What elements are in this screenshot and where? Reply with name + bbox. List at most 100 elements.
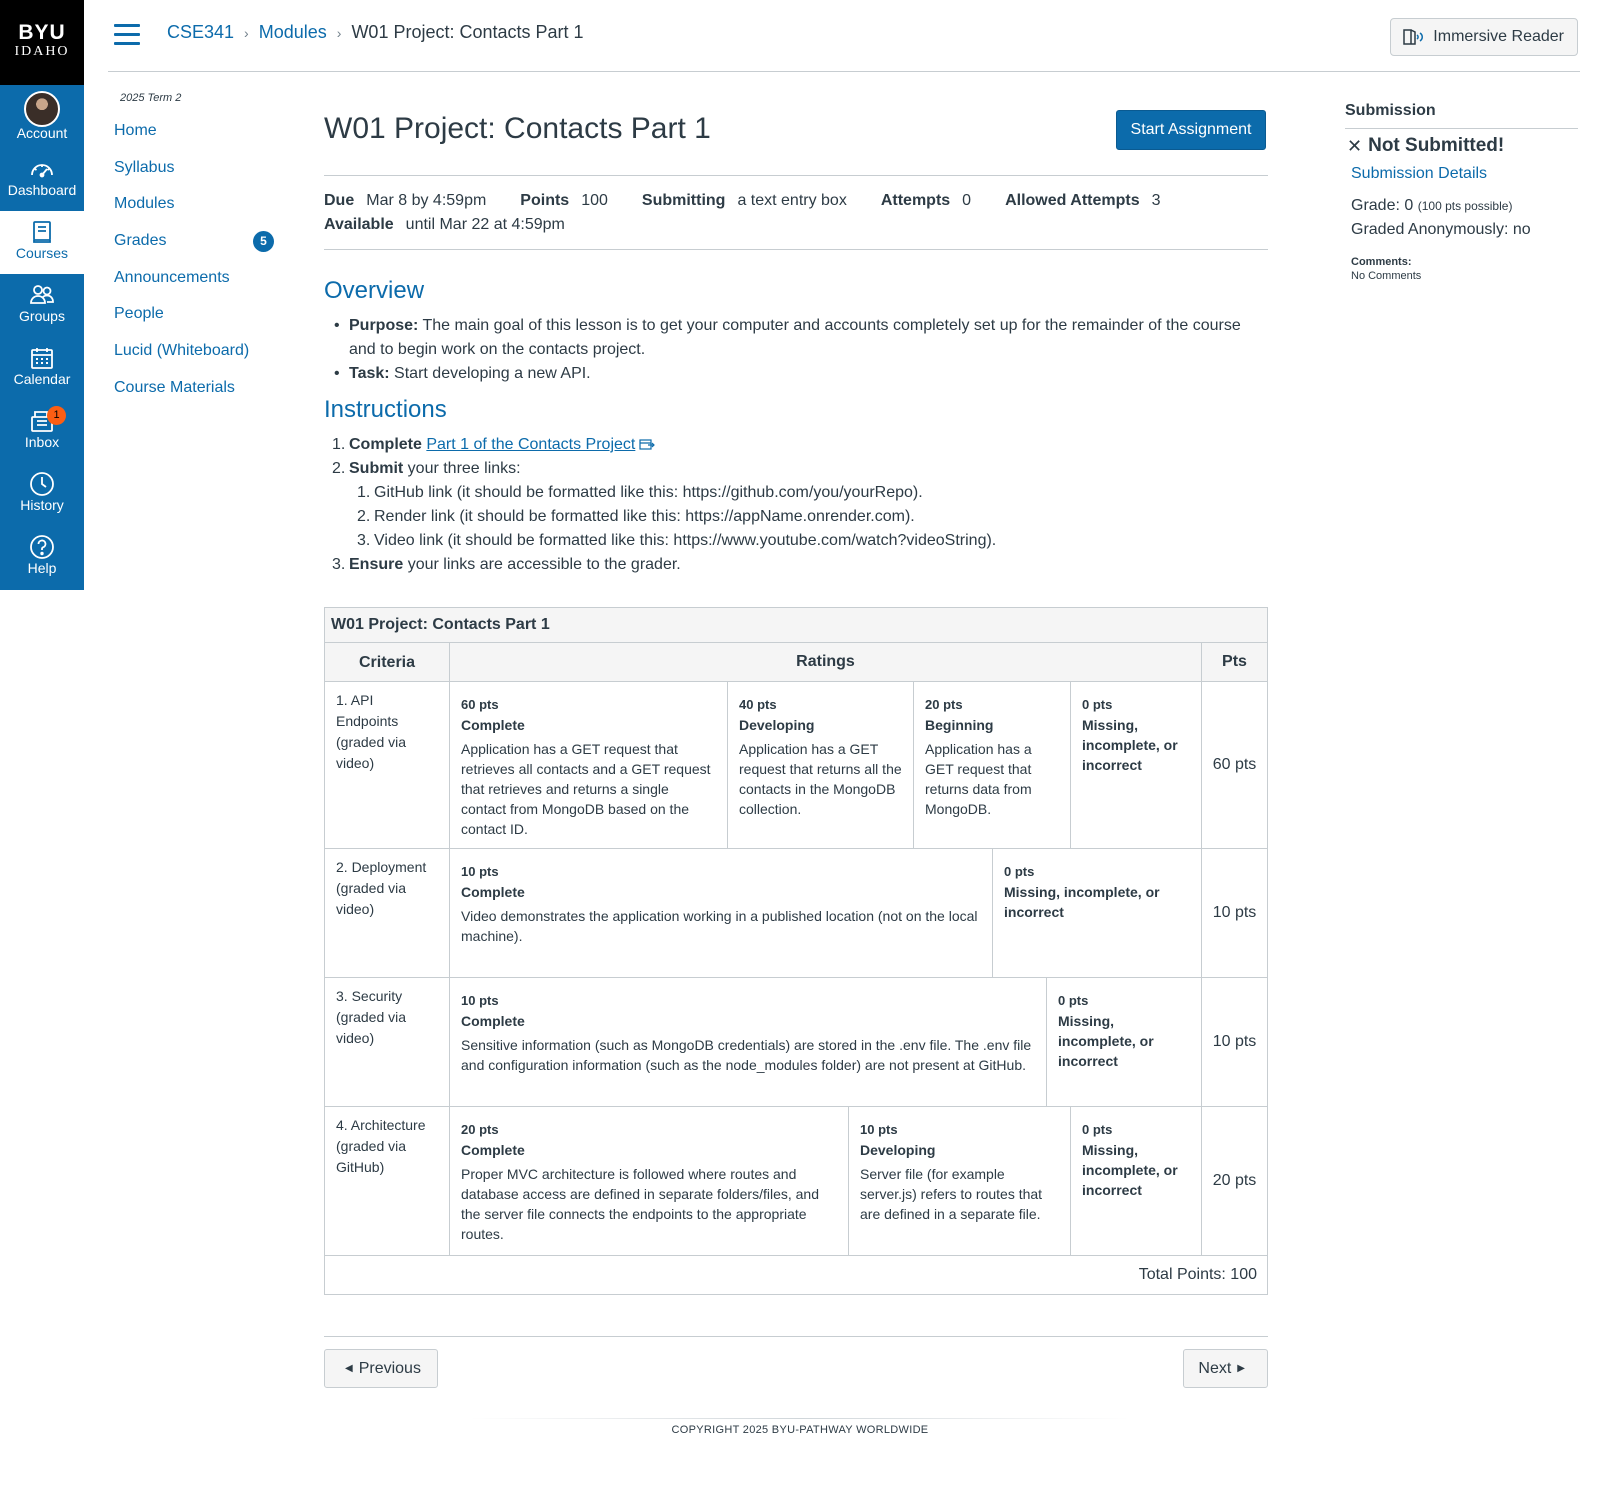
criterion-name: 2. Deployment (graded via video) [325,849,450,977]
contacts-project-link[interactable]: Part 1 of the Contacts Project [426,436,635,453]
table-row: 4. Architecture (graded via GitHub) 20 p… [325,1107,1267,1256]
rating-name: Complete [461,1142,525,1158]
rubric-title: W01 Project: Contacts Part 1 [325,608,1267,643]
comments-text: No Comments [1351,270,1422,282]
global-nav-label: History [20,497,64,513]
hamburger-menu-icon[interactable] [114,24,140,46]
next-label: Next [1198,1359,1232,1377]
global-nav-history[interactable]: History [0,463,84,526]
previous-button[interactable]: ◀ Previous [324,1349,438,1388]
rating-name: Complete [461,884,525,900]
global-nav-groups[interactable]: Groups [0,274,84,337]
list-item: 3. Video link (it should be formatted lik… [357,532,997,549]
rating-points: 10 pts [461,993,499,1008]
course-nav-grades[interactable]: Grades 5 [114,231,294,268]
course-nav-course-materials[interactable]: Course Materials [114,378,294,415]
breadcrumb-course[interactable]: CSE341 [167,22,234,43]
grades-count-badge: 5 [253,231,274,253]
next-button[interactable]: Next ▶ [1183,1349,1268,1388]
list-item: 1. GitHub link (it should be formatted li… [357,484,923,501]
list-item: 2. Submit your three links: 1. GitHub link… [324,457,1268,553]
immersive-reader-button[interactable]: Immersive Reader [1390,18,1578,56]
rating: 60 pts Complete Application has a GET requ… [450,682,728,848]
global-nav-account[interactable]: Account [0,85,84,148]
breadcrumb-modules[interactable]: Modules [259,22,327,43]
rating-description: Sensitive information (such as MongoDB c… [461,1037,1032,1073]
global-nav-dashboard[interactable]: Dashboard [0,148,84,211]
global-nav-help[interactable]: Help [0,526,84,589]
global-nav-inbox[interactable]: 1 Inbox [0,400,84,463]
overview-item-text: The main goal of this lesson is to get y… [349,317,1241,358]
dashboard-icon [0,148,84,182]
global-nav-calendar[interactable]: Calendar [0,337,84,400]
list-item: Task: Start developing a new API. [332,362,1268,386]
instructions-heading: Instructions [324,396,447,423]
page-header: CSE341 › Modules › W01 Project: Contacts… [108,0,1580,72]
criterion-points: 10 pts [1212,904,1257,921]
rating: 40 pts Developing Application has a GET re… [728,682,914,848]
grade-value: Grade: 0 [1351,197,1414,214]
logo-line1: BYU [18,21,66,44]
global-nav-label: Calendar [13,371,71,387]
logo-line2: IDAHO [14,44,70,59]
allowed-attempts-label: Allowed Attempts [1005,192,1140,209]
byu-idaho-logo[interactable]: BYU IDAHO [0,0,84,85]
global-nav-courses[interactable]: Courses [0,211,84,274]
rating-name: Beginning [925,717,994,733]
ratings-cell: 20 pts Complete Proper MVC architecture is… [450,1107,1202,1255]
allowed-attempts-value: 3 [1151,192,1161,209]
rating-points: 10 pts [461,864,499,879]
course-nav-lucid[interactable]: Lucid (Whiteboard) [114,341,294,378]
rating-points: 0 pts [1082,1122,1113,1137]
footer-divider [470,1418,1130,1419]
rating-points: 40 pts [739,697,777,712]
close-icon: ✕ [1347,135,1363,156]
start-assignment-button[interactable]: Start Assignment [1116,110,1266,150]
global-nav-label: Groups [19,308,65,324]
previous-label: Previous [358,1359,421,1377]
caret-left-icon: ◀ [345,1363,353,1374]
course-nav-people[interactable]: People [114,304,294,341]
rating-description: Application has a GET request that retur… [739,741,902,817]
avatar [0,85,84,128]
ratings-cell: 10 pts Complete Video demonstrates the app… [450,849,1202,977]
title-row: W01 Project: Contacts Part 1 Start Assig… [324,108,1268,176]
criterion-name: 4. Architecture (graded via GitHub) [325,1107,450,1255]
criterion-points: 60 pts [1212,756,1257,773]
criterion-points: 10 pts [1212,1033,1257,1050]
overview-item-label: Task: [349,365,390,382]
rating: 0 pts Missing, incomplete, or incorrect [1071,1107,1201,1255]
rubric-table: W01 Project: Contacts Part 1 Criteria Ra… [324,607,1268,1295]
course-nav-announcements[interactable]: Announcements [114,268,294,305]
instructions-list: 1. Complete Part 1 of the Contacts Projec… [324,433,1268,577]
rating-name: Missing, incomplete, or incorrect [1004,884,1160,920]
overview-item-text: Start developing a new API. [389,365,591,382]
breadcrumb-separator-icon: › [336,24,342,41]
rating-name: Complete [461,1013,525,1029]
assignment-content: W01 Project: Contacts Part 1 Start Assig… [324,108,1268,1295]
course-nav-syllabus[interactable]: Syllabus [114,158,294,195]
rating-description: Video demonstrates the application worki… [461,908,978,944]
module-sequence-footer: ◀ Previous Next ▶ [324,1336,1268,1392]
course-nav-home[interactable]: Home [114,121,294,158]
list-item: 2. Render link (it should be formatted li… [357,508,915,525]
breadcrumb: CSE341 › Modules › W01 Project: Contacts… [167,22,584,43]
rating-name: Complete [461,717,525,733]
groups-icon [0,274,84,308]
step-text: your three links: [403,460,521,477]
rating-description: Proper MVC architecture is followed wher… [461,1166,820,1242]
rating-description: Server file (for example server.js) refe… [860,1166,1043,1222]
rating-name: Missing, incomplete, or incorrect [1058,1013,1154,1069]
course-nav-modules[interactable]: Modules [114,194,294,231]
overview-heading: Overview [324,277,425,304]
step-text: your links are accessible to the grader. [403,556,681,573]
submission-details-link[interactable]: Submission Details [1351,165,1578,183]
breadcrumb-current: W01 Project: Contacts Part 1 [351,22,584,42]
submitting-value: a text entry box [737,192,847,209]
submission-heading: Submission [1345,102,1578,129]
global-nav-label: Account [16,125,68,141]
available-value: until Mar 22 at 4:59pm [405,216,565,233]
global-nav-label: Courses [15,245,69,261]
table-row: 1. API Endpoints (graded via video) 60 p… [325,682,1267,849]
step-label: Submit [349,460,404,477]
